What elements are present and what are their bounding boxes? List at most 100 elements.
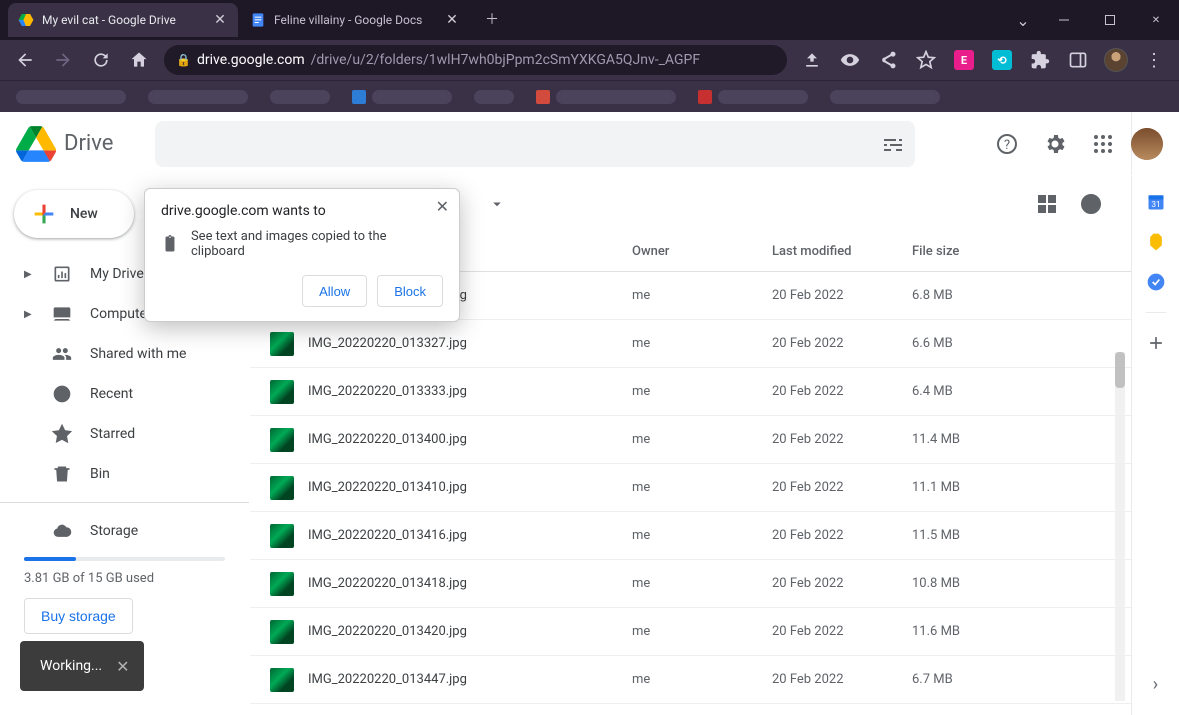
file-modified: 20 Feb 2022 [772, 432, 912, 447]
file-thumbnail [270, 668, 294, 692]
scrollbar[interactable] [1115, 352, 1125, 701]
tab-search-icon[interactable]: ⌄ [1005, 0, 1041, 40]
bookmark-item[interactable] [270, 88, 330, 106]
file-row[interactable]: IMG_20220220_013400.jpgme20 Feb 202211.4… [250, 416, 1131, 464]
file-size: 6.4 MB [912, 384, 1072, 399]
window-close-button[interactable]: ✕ [1133, 0, 1179, 40]
bookmark-item[interactable] [536, 88, 676, 106]
nav-divider [0, 502, 249, 503]
nav-recent[interactable]: Recent [0, 374, 249, 414]
expand-icon[interactable]: ▶ [24, 309, 34, 320]
recent-icon [52, 384, 72, 404]
nav-bin[interactable]: Bin [0, 454, 249, 494]
permission-close-icon[interactable]: ✕ [436, 197, 449, 216]
file-size: 10.8 MB [912, 576, 1072, 591]
extension-link-icon[interactable]: ⟲ [985, 43, 1019, 77]
bookmark-item[interactable] [698, 88, 808, 106]
keep-icon[interactable] [1146, 232, 1166, 252]
extension-e-icon[interactable]: E [947, 43, 981, 77]
browser-tab-active[interactable]: My evil cat - Google Drive ✕ [8, 3, 238, 37]
home-button[interactable] [122, 43, 156, 77]
share-icon[interactable] [871, 43, 905, 77]
new-button[interactable]: New [14, 190, 134, 238]
file-row[interactable]: IMG_20220220_013447.jpgme20 Feb 20226.7 … [250, 656, 1131, 704]
file-size: 11.1 MB [912, 480, 1072, 495]
col-owner[interactable]: Owner [632, 244, 772, 259]
bookmark-item[interactable] [16, 88, 126, 106]
add-addon-icon[interactable] [1146, 333, 1166, 353]
view-details-button[interactable] [1071, 184, 1111, 224]
address-bar[interactable]: 🔒 drive.google.com/drive/u/2/folders/1wl… [164, 45, 787, 75]
forward-button[interactable] [46, 43, 80, 77]
maximize-button[interactable] [1087, 0, 1133, 40]
svg-text:31: 31 [1151, 200, 1160, 210]
browser-tab-inactive[interactable]: Feline villainy - Google Docs ✕ [240, 3, 470, 37]
grid-view-button[interactable] [1027, 184, 1067, 224]
clipboard-icon [161, 235, 179, 253]
settings-button[interactable] [1035, 124, 1075, 164]
bookmark-star-icon[interactable] [909, 43, 943, 77]
browser-toolbar: 🔒 drive.google.com/drive/u/2/folders/1wl… [0, 40, 1179, 80]
file-owner: me [632, 576, 772, 591]
tab-close-icon[interactable]: ✕ [212, 12, 228, 28]
bookmark-item[interactable] [148, 88, 248, 106]
expand-icon[interactable]: ▶ [24, 269, 34, 280]
file-row[interactable]: IMG_20220220_013416.jpgme20 Feb 202211.5… [250, 512, 1131, 560]
apps-grid-button[interactable] [1083, 124, 1123, 164]
search-options-icon[interactable] [881, 132, 905, 156]
file-row[interactable]: IMG_20220220_013418.jpgme20 Feb 202210.8… [250, 560, 1131, 608]
support-button[interactable]: ? [987, 124, 1027, 164]
file-size: 6.8 MB [912, 288, 1072, 303]
tasks-icon[interactable] [1146, 272, 1166, 292]
nav-storage[interactable]: Storage [0, 511, 249, 551]
drive-logo[interactable]: Drive [16, 124, 113, 164]
file-row[interactable]: IMG_20220220_013410.jpgme20 Feb 202211.1… [250, 464, 1131, 512]
file-size: 6.7 MB [912, 672, 1072, 687]
drive-app: Drive ? New ▶My Drive ▶Computers Shared … [0, 112, 1179, 715]
file-row[interactable]: IMG_20220220_013333.jpgme20 Feb 20226.4 … [250, 368, 1131, 416]
file-thumbnail [270, 572, 294, 596]
search-box[interactable] [155, 121, 915, 167]
file-owner: me [632, 672, 772, 687]
col-modified[interactable]: Last modified [772, 244, 912, 259]
file-size: 11.4 MB [912, 432, 1072, 447]
url-path: /drive/u/2/folders/1wlH7wh0bjPpm2cSmYXKG… [311, 52, 701, 68]
browser-menu-button[interactable]: ⋮ [1137, 43, 1171, 77]
folder-dropdown[interactable] [488, 195, 506, 213]
computers-icon [52, 304, 72, 324]
permission-block-button[interactable]: Block [377, 275, 443, 307]
install-app-icon[interactable] [795, 43, 829, 77]
bookmark-item[interactable] [352, 88, 452, 106]
calendar-icon[interactable]: 31 [1146, 192, 1166, 212]
new-tab-button[interactable]: ＋ [478, 5, 506, 33]
file-row[interactable]: IMG_20220220_013420.jpgme20 Feb 202211.6… [250, 608, 1131, 656]
minimize-button[interactable] [1041, 0, 1087, 40]
sidepanel-toggle-icon[interactable] [1061, 43, 1095, 77]
buy-storage-button[interactable]: Buy storage [24, 598, 133, 634]
toast-close-icon[interactable]: ✕ [116, 657, 129, 676]
permission-allow-button[interactable]: Allow [302, 275, 367, 307]
file-name: IMG_20220220_013400.jpg [308, 432, 632, 447]
file-name: IMG_20220220_013327.jpg [308, 336, 632, 351]
file-name: IMG_20220220_013333.jpg [308, 384, 632, 399]
profile-avatar[interactable] [1099, 43, 1133, 77]
new-button-label: New [70, 206, 98, 222]
url-domain: drive.google.com [197, 52, 305, 68]
eye-icon[interactable] [833, 43, 867, 77]
permission-title: drive.google.com wants to [161, 203, 443, 219]
browser-tab-title: Feline villainy - Google Docs [274, 13, 436, 27]
back-button[interactable] [8, 43, 42, 77]
nav-starred[interactable]: Starred [0, 414, 249, 454]
account-avatar[interactable] [1131, 128, 1163, 160]
extensions-puzzle-icon[interactable] [1023, 43, 1057, 77]
nav-shared[interactable]: Shared with me [0, 334, 249, 374]
file-size: 11.5 MB [912, 528, 1072, 543]
bookmark-item[interactable] [830, 88, 940, 106]
file-list[interactable]: IMG_20220220_013326.jpgme20 Feb 20226.8 … [250, 272, 1131, 715]
reload-button[interactable] [84, 43, 118, 77]
file-row[interactable]: IMG_20220220_013327.jpgme20 Feb 20226.6 … [250, 320, 1131, 368]
bookmark-item[interactable] [474, 88, 514, 106]
col-size[interactable]: File size [912, 244, 1072, 259]
collapse-panel-button[interactable]: › [1153, 674, 1158, 695]
tab-close-icon[interactable]: ✕ [444, 12, 460, 28]
